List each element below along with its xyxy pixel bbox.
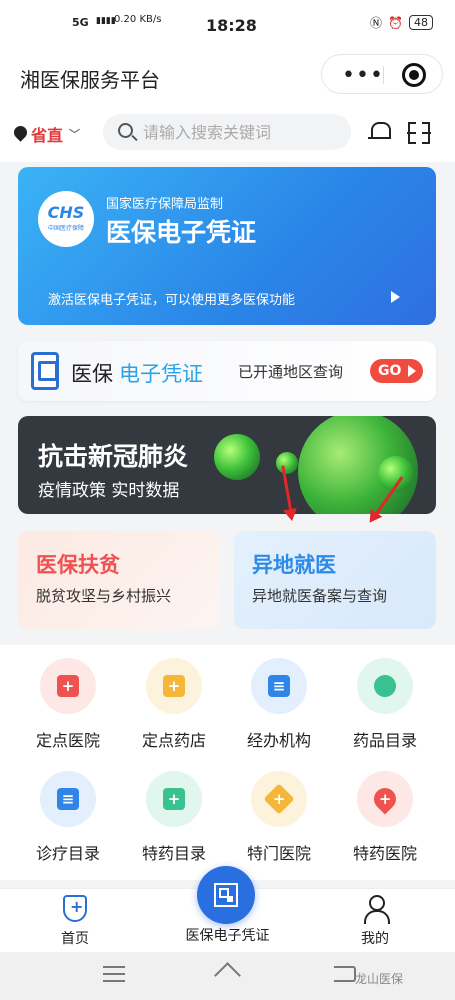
ecert-document-icon <box>31 352 59 390</box>
close-miniprogram-icon[interactable] <box>402 63 426 87</box>
location-label: 省直 <box>31 126 64 145</box>
alarm-icon: ⏰ <box>388 15 403 30</box>
nfc-icon: Ⓝ <box>370 16 383 30</box>
service-agency[interactable]: ≡ 经办机构 <box>229 645 329 750</box>
region-query-label: 已开通地区查询 <box>238 363 344 381</box>
capsule-divider <box>383 66 384 84</box>
tab-home[interactable]: 首页 <box>50 895 100 948</box>
service-drug-catalog[interactable]: 药品目录 <box>335 645 435 750</box>
virus-illustration-small <box>214 434 260 480</box>
supervised-label: 国家医疗保障局监制 <box>106 197 224 212</box>
service-special-clinic[interactable]: + 特门医院 <box>229 758 329 863</box>
back-icon[interactable] <box>334 966 356 982</box>
tab-mine[interactable]: 我的 <box>350 895 400 948</box>
search-box[interactable] <box>103 114 351 150</box>
scan-icon[interactable] <box>407 121 431 145</box>
service-grid: + 定点医院 + 定点药店 ≡ 经办机构 药品目录 ≡ 诊疗目录 + 特药目录 … <box>0 645 455 880</box>
building-icon: ≡ <box>268 675 290 697</box>
tile-subtitle: 脱贫攻坚与乡村振兴 <box>36 587 172 605</box>
bell-icon[interactable] <box>368 120 391 142</box>
battery-icon: 48 <box>409 15 433 30</box>
poverty-relief-tile[interactable]: 医保扶贫 脱贫攻坚与乡村振兴 <box>18 531 220 629</box>
ecert-title-part1: 医保 <box>71 362 113 386</box>
home-icon[interactable] <box>214 964 240 984</box>
search-icon <box>118 123 133 138</box>
medkit-icon: + <box>163 788 185 810</box>
person-icon <box>362 895 390 925</box>
tile-title: 医保扶贫 <box>36 553 120 577</box>
network-indicator: 5G <box>72 16 89 29</box>
status-bar: 5G ▮▮▮▮ 0.20 KB/s 18:28 Ⓝ ⏰ 48 <box>0 0 455 50</box>
search-row: 省直 ﹀ <box>0 102 455 162</box>
cert-description: 激活医保电子凭证，可以使用更多医保功能 <box>48 293 296 308</box>
tab-ecert[interactable]: 医保电子凭证 <box>170 925 285 945</box>
qr-code-button[interactable] <box>197 866 255 924</box>
ecert-title-part2: 电子凭证 <box>119 362 203 386</box>
menu-icon[interactable] <box>103 966 125 982</box>
clock: 18:28 <box>206 16 257 35</box>
service-treatment-catalog[interactable]: ≡ 诊疗目录 <box>18 758 118 863</box>
title-bar: 湘医保服务平台 ••• <box>0 50 455 102</box>
chs-logo: CHS 中国医疗保障 <box>38 191 94 247</box>
clipboard-icon: ≡ <box>57 788 79 810</box>
page-title: 湘医保服务平台 <box>20 68 160 92</box>
play-arrow-icon <box>391 291 400 303</box>
service-special-drug-hospital[interactable]: + 特药医院 <box>335 758 435 863</box>
tile-subtitle: 异地就医备案与查询 <box>252 587 388 605</box>
shield-home-icon <box>63 895 87 922</box>
location-pin-icon <box>14 126 27 143</box>
remote-medical-tile[interactable]: 异地就医 异地就医备案与查询 <box>234 531 436 629</box>
hospital-icon: + <box>57 675 79 697</box>
cert-activation-card[interactable]: CHS 中国医疗保障 国家医疗保障局监制 医保电子凭证 激活医保电子凭证，可以使… <box>18 167 436 325</box>
chevron-down-icon: ﹀ <box>69 128 81 141</box>
banner-subline: 疫情政策 实时数据 <box>38 481 180 501</box>
signal-icon: ▮▮▮▮ <box>96 16 116 26</box>
service-special-drug-catalog[interactable]: + 特药目录 <box>124 758 224 863</box>
search-input[interactable] <box>143 114 343 150</box>
location-selector[interactable]: 省直 ﹀ <box>14 122 80 146</box>
pharmacy-icon: + <box>163 675 185 697</box>
tile-title: 异地就医 <box>252 553 336 577</box>
service-hospital[interactable]: + 定点医院 <box>18 645 118 750</box>
banner-headline: 抗击新冠肺炎 <box>38 442 189 471</box>
covid-banner[interactable]: 抗击新冠肺炎 疫情政策 实时数据 <box>18 416 436 514</box>
ecert-bar[interactable]: 医保 电子凭证 已开通地区查询 GO <box>18 341 436 401</box>
qr-code-icon <box>214 883 238 907</box>
cert-title: 医保电子凭证 <box>106 218 257 247</box>
service-pharmacy[interactable]: + 定点药店 <box>124 645 224 750</box>
net-speed: 0.20 KB/s <box>114 14 162 25</box>
more-icon[interactable]: ••• <box>342 63 384 88</box>
watermark: 龙山医保 <box>355 972 404 986</box>
go-button[interactable]: GO <box>370 359 423 383</box>
virus-illustration-tiny <box>276 452 298 474</box>
miniprogram-capsule: ••• <box>321 54 443 94</box>
